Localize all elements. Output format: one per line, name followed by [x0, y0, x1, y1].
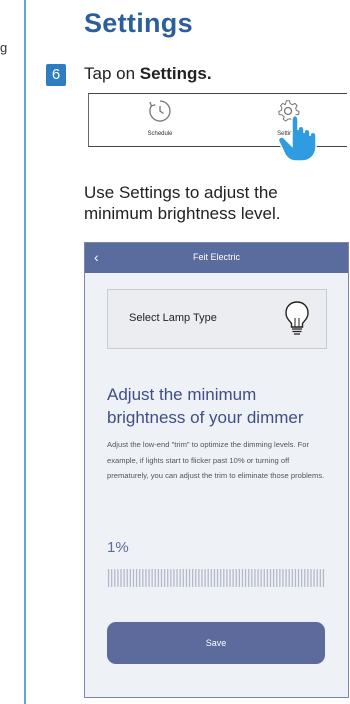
page-title: Settings [84, 8, 193, 38]
adjust-description: Adjust the low-end "trim" to optimize th… [107, 440, 325, 480]
select-lamp-type-button[interactable]: Select Lamp Type [107, 289, 327, 349]
select-lamp-type-label: Select Lamp Type [129, 312, 217, 324]
schedule-icon [149, 100, 171, 122]
step-instruction: Tap on Settings. [84, 64, 212, 84]
step-number-badge: 6 [46, 64, 66, 86]
lightbulb-icon [285, 301, 309, 335]
column-divider [24, 0, 26, 704]
save-button[interactable]: Save [107, 622, 325, 664]
tab-schedule[interactable]: Schedule [115, 98, 205, 137]
step-instruction-prefix: Tap on [84, 64, 140, 83]
phone-screenshot: ‹ Feit Electric Select Lamp Type Adjust … [84, 242, 349, 698]
tap-hand-icon [277, 114, 317, 162]
adjust-section-title: Adjust the minimum brightness of your di… [107, 385, 304, 427]
app-header: ‹ Feit Electric [85, 243, 348, 273]
app-title: Feit Electric [192, 252, 240, 262]
caption: Use Settings to adjust the minimum brigh… [84, 183, 281, 223]
step-instruction-emphasis: Settings. [139, 64, 212, 83]
trim-value: 1% [107, 539, 129, 556]
previous-column-text: g [0, 40, 8, 55]
tab-schedule-label: Schedule [147, 131, 173, 137]
trim-slider[interactable] [107, 568, 325, 588]
